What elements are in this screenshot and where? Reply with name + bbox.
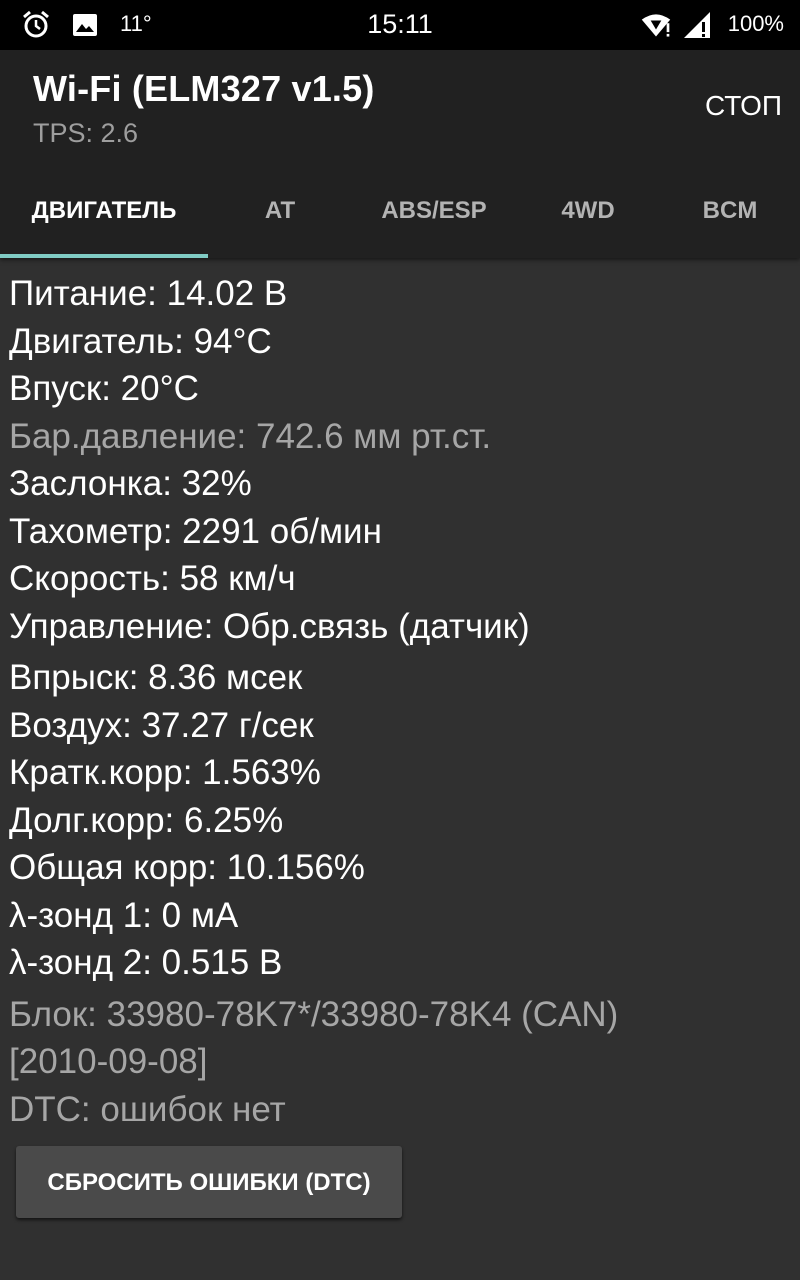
app-bar: Wi-Fi (ELM327 v1.5) TPS: 2.6 СТОП ДВИГАТ… xyxy=(0,50,800,258)
reading-total-trim: Общая корр: 10.156% xyxy=(9,848,365,887)
tab-indicator xyxy=(0,254,208,258)
reading-baro-pressure: Бар.давление: 742.6 мм рт.ст. xyxy=(9,416,492,456)
reading-throttle: Заслонка: 32% xyxy=(9,464,252,503)
tab-bcm[interactable]: BCM xyxy=(660,174,800,258)
reading-speed: Скорость: 58 км/ч xyxy=(9,559,296,598)
tab-bar: ДВИГАТЕЛЬ AT ABS/ESP 4WD BCM xyxy=(0,174,800,258)
status-clock: 15:11 xyxy=(367,9,433,39)
reading-intake-temp: Впуск: 20°C xyxy=(9,369,199,408)
dtc-status: DTC: ошибок нет xyxy=(9,1089,286,1129)
reading-tachometer: Тахометр: 2291 об/мин xyxy=(9,511,382,551)
reading-long-trim: Долг.корр: 6.25% xyxy=(9,800,284,840)
reading-lambda-1: λ-зонд 1: 0 мА xyxy=(9,895,239,935)
ecu-date: [2010-09-08] xyxy=(9,1042,208,1081)
reading-lambda-2: λ-зонд 2: 0.515 В xyxy=(9,943,283,982)
reading-control-mode: Управление: Обр.связь (датчик) xyxy=(9,606,530,646)
reading-short-trim: Кратк.корр: 1.563% xyxy=(9,753,321,792)
signal-icon xyxy=(684,12,710,38)
reading-power: Питание: 14.02 В xyxy=(9,274,288,313)
status-bar: 11° 15:11 100% xyxy=(0,0,800,50)
tps-subtitle: TPS: 2.6 xyxy=(33,118,139,148)
stop-button[interactable]: СТОП xyxy=(705,90,782,122)
reading-air-flow: Воздух: 37.27 г/сек xyxy=(9,705,314,745)
reading-injection: Впрыск: 8.36 мсек xyxy=(9,658,303,697)
tab-abs-esp[interactable]: ABS/ESP xyxy=(352,174,516,258)
battery-level: 100% xyxy=(727,11,784,36)
engine-readings: Питание: 14.02 В Двигатель: 94°C Впуск: … xyxy=(9,270,794,1133)
reading-engine-temp: Двигатель: 94°C xyxy=(9,321,272,361)
reset-dtc-button[interactable]: СБРОСИТЬ ОШИБКИ (DTC) xyxy=(16,1146,402,1218)
tab-at[interactable]: AT xyxy=(208,174,352,258)
connection-title: Wi-Fi (ELM327 v1.5) xyxy=(33,68,375,109)
ecu-block-id: Блок: 33980-78K7*/33980-78K4 (CAN) xyxy=(9,994,619,1034)
wifi-icon xyxy=(641,14,671,37)
tab-4wd[interactable]: 4WD xyxy=(516,174,660,258)
tab-engine[interactable]: ДВИГАТЕЛЬ xyxy=(0,174,208,258)
